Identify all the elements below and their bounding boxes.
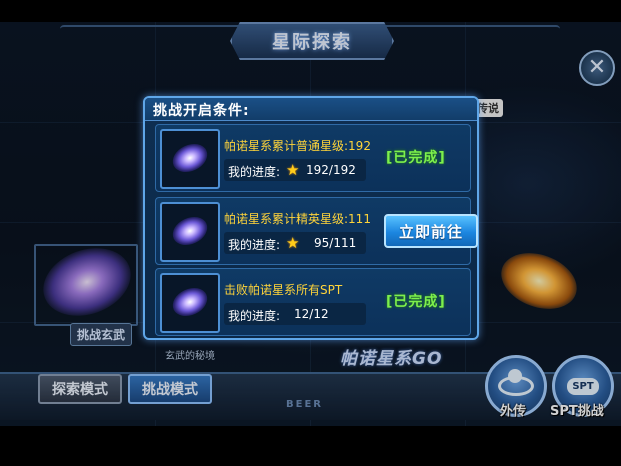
condition-row: 帕诺星系累计精英星级:111 我的进度: ★ 95/111 立即前往: [155, 197, 478, 265]
letterbox-top: [0, 0, 621, 22]
galaxy-icon: [168, 211, 212, 251]
progress-value: 12/12: [294, 307, 329, 321]
completed-status: [已完成]: [386, 294, 446, 310]
letterbox-bottom: [0, 426, 621, 466]
challenge-conditions-dialog: 挑战开启条件: 帕诺星系累计普通星级:192 我的进度: ★ 192/192 […: [143, 96, 479, 340]
galaxy-thumbnail: [160, 129, 220, 189]
progress-box: 我的进度: 12/12: [224, 303, 366, 325]
condition-title: 帕诺星系累计精英星级:111: [224, 212, 371, 226]
condition-row: 帕诺星系累计普通星级:192 我的进度: ★ 192/192 [已完成]: [155, 124, 471, 192]
galaxy-thumbnail: [160, 202, 220, 262]
condition-row: 击败帕诺星系所有SPT 我的进度: 12/12 [已完成]: [155, 268, 471, 336]
galaxy-icon: [168, 138, 212, 178]
star-icon: ★: [286, 161, 300, 179]
progress-label: 我的进度:: [228, 238, 281, 252]
completed-status: [已完成]: [386, 150, 446, 166]
progress-value: 95/111: [314, 236, 357, 250]
condition-title: 击败帕诺星系所有SPT: [224, 283, 343, 297]
progress-value: 192/192: [306, 163, 356, 177]
progress-label: 我的进度:: [228, 309, 281, 323]
progress-box: 我的进度: ★ 192/192: [224, 159, 366, 181]
star-icon: ★: [286, 234, 300, 252]
galaxy-icon: [168, 282, 212, 322]
progress-label: 我的进度:: [228, 165, 281, 179]
dialog-header: 挑战开启条件:: [145, 98, 477, 121]
go-now-button[interactable]: 立即前往: [384, 214, 478, 248]
progress-box: 我的进度: ★ 95/111: [224, 232, 366, 254]
condition-title: 帕诺星系累计普通星级:192: [224, 139, 371, 153]
dialog-title: 挑战开启条件:: [153, 103, 250, 119]
galaxy-thumbnail: [160, 273, 220, 333]
